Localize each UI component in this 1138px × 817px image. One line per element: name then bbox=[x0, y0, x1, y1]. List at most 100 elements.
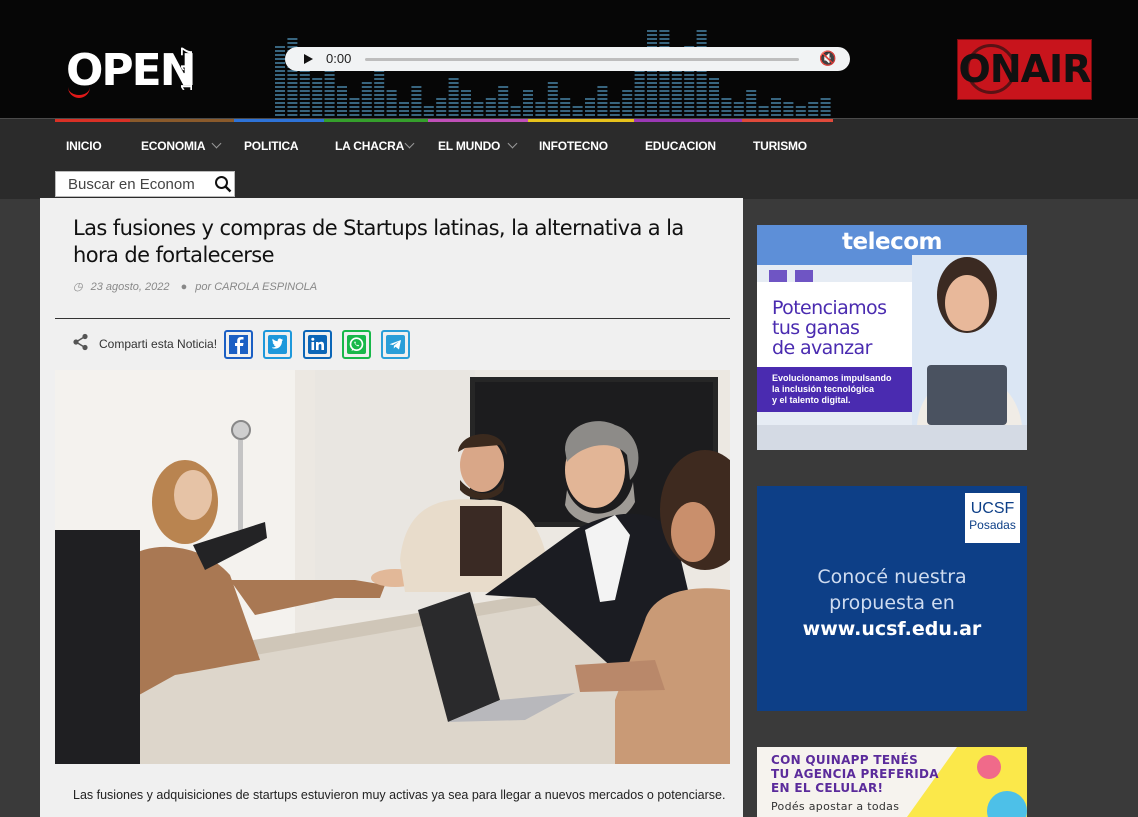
equalizer-segment bbox=[733, 102, 744, 104]
equalizer-segment bbox=[696, 106, 707, 108]
equalizer-segment bbox=[299, 78, 310, 80]
equalizer-segment bbox=[287, 110, 298, 112]
equalizer-segment bbox=[746, 114, 757, 116]
equalizer-segment bbox=[349, 98, 360, 100]
telecom-sub-3: y el talento digital. bbox=[772, 395, 851, 405]
equalizer-segment bbox=[597, 86, 608, 88]
equalizer-segment bbox=[436, 106, 447, 108]
nav-item-la-chacra[interactable]: LA CHACRA bbox=[335, 139, 404, 153]
equalizer-segment bbox=[337, 110, 347, 112]
equalizer-segment bbox=[436, 102, 447, 104]
equalizer-segment bbox=[287, 78, 298, 80]
equalizer-segment bbox=[547, 86, 558, 88]
nav-item-economia[interactable]: ECONOMIA bbox=[141, 139, 206, 153]
equalizer-segment bbox=[312, 78, 323, 80]
nav-item-turismo[interactable]: TURISMO bbox=[753, 139, 807, 153]
equalizer-segment bbox=[684, 82, 695, 84]
equalizer-segment bbox=[287, 38, 298, 40]
equalizer-segment bbox=[386, 106, 397, 108]
equalizer-segment bbox=[547, 90, 558, 92]
audio-player[interactable]: 0:00 🔇 bbox=[285, 47, 850, 71]
equalizer-segment bbox=[659, 98, 670, 100]
equalizer-segment bbox=[647, 86, 657, 88]
equalizer-segment bbox=[535, 110, 546, 112]
ucsf-line-2: propuesta en bbox=[829, 592, 955, 614]
chevron-down-icon[interactable] bbox=[211, 138, 222, 149]
equalizer-segment bbox=[287, 114, 298, 116]
equalizer-segment bbox=[746, 90, 757, 92]
equalizer-segment bbox=[597, 110, 608, 112]
equalizer-segment bbox=[758, 110, 769, 112]
nav-item-infotecno[interactable]: INFOTECNO bbox=[539, 139, 608, 153]
equalizer-segment bbox=[299, 94, 310, 96]
whatsapp-share-button[interactable] bbox=[342, 330, 371, 359]
search-icon[interactable] bbox=[214, 175, 232, 193]
equalizer-segment bbox=[436, 114, 447, 116]
equalizer-segment bbox=[461, 110, 471, 112]
equalizer-segment bbox=[647, 82, 657, 84]
chevron-down-icon[interactable] bbox=[404, 138, 415, 149]
play-icon[interactable] bbox=[304, 54, 313, 64]
equalizer-segment bbox=[374, 74, 385, 76]
equalizer-segment bbox=[275, 58, 285, 60]
player-progress-track[interactable] bbox=[365, 58, 799, 61]
user-icon: ● bbox=[180, 281, 188, 293]
equalizer-segment bbox=[709, 82, 719, 84]
equalizer-segment bbox=[287, 74, 298, 76]
equalizer-segment bbox=[820, 98, 831, 100]
equalizer-segment bbox=[275, 46, 285, 48]
ad-ucsf[interactable]: UCSF Posadas Conocé nuestra propuesta en… bbox=[757, 486, 1027, 711]
equalizer-segment bbox=[349, 114, 360, 116]
equalizer-segment bbox=[399, 110, 409, 112]
equalizer-segment bbox=[374, 94, 385, 96]
equalizer-segment bbox=[771, 114, 781, 116]
facebook-share-button[interactable] bbox=[224, 330, 253, 359]
equalizer-segment bbox=[275, 98, 285, 100]
equalizer-segment bbox=[547, 114, 558, 116]
equalizer-segment bbox=[349, 110, 360, 112]
logo-smile-icon bbox=[68, 87, 90, 98]
ad-telecom[interactable]: telecom Potenciamos tus ganas de avanzar… bbox=[757, 225, 1027, 450]
chevron-down-icon[interactable] bbox=[507, 138, 518, 149]
onair-label: ONAIR bbox=[958, 47, 1092, 91]
nav-item-inicio[interactable]: INICIO bbox=[66, 139, 102, 153]
equalizer-segment bbox=[275, 94, 285, 96]
equalizer-segment bbox=[299, 110, 310, 112]
search-input[interactable] bbox=[68, 175, 204, 193]
equalizer-segment bbox=[684, 86, 695, 88]
nav-item-el-mundo[interactable]: EL MUNDO bbox=[438, 139, 500, 153]
linkedin-share-button[interactable] bbox=[303, 330, 332, 359]
ad-quinapp[interactable]: CON QUINAPP TENÉS TU AGENCIA PREFERIDA E… bbox=[757, 747, 1027, 817]
ucsf-url[interactable]: www.ucsf.edu.ar bbox=[757, 616, 1027, 642]
mute-icon[interactable]: 🔇 bbox=[819, 50, 836, 67]
equalizer-segment bbox=[547, 102, 558, 104]
onair-badge[interactable]: ONAIR bbox=[957, 39, 1092, 100]
equalizer-segment bbox=[485, 106, 496, 108]
twitter-share-button[interactable] bbox=[263, 330, 292, 359]
nav-item-educacion[interactable]: EDUCACION bbox=[645, 139, 716, 153]
equalizer-segment bbox=[671, 114, 682, 116]
share-icon bbox=[73, 333, 88, 351]
equalizer-segment bbox=[572, 110, 583, 112]
equalizer-segment bbox=[671, 86, 682, 88]
equalizer-segment bbox=[312, 82, 323, 84]
equalizer-segment bbox=[448, 98, 459, 100]
telegram-share-button[interactable] bbox=[381, 330, 410, 359]
logo-frequency: 101.7 bbox=[179, 45, 196, 91]
equalizer-segment bbox=[783, 106, 794, 108]
ucsf-logo: UCSF Posadas bbox=[965, 493, 1020, 543]
equalizer-segment bbox=[312, 102, 323, 104]
equalizer-segment bbox=[523, 98, 533, 100]
equalizer-segment bbox=[386, 110, 397, 112]
equalizer-segment bbox=[659, 30, 670, 32]
article-author[interactable]: por CAROLA ESPINOLA bbox=[195, 281, 317, 293]
equalizer-segment bbox=[374, 86, 385, 88]
equalizer-segment bbox=[659, 34, 670, 36]
equalizer-segment bbox=[585, 106, 595, 108]
equalizer-segment bbox=[609, 106, 620, 108]
equalizer-segment bbox=[783, 102, 794, 104]
nav-item-politica[interactable]: POLITICA bbox=[244, 139, 299, 153]
article-lead: Las fusiones y adquisiciones de startups… bbox=[73, 788, 726, 802]
equalizer-segment bbox=[783, 110, 794, 112]
equalizer-segment bbox=[436, 110, 447, 112]
